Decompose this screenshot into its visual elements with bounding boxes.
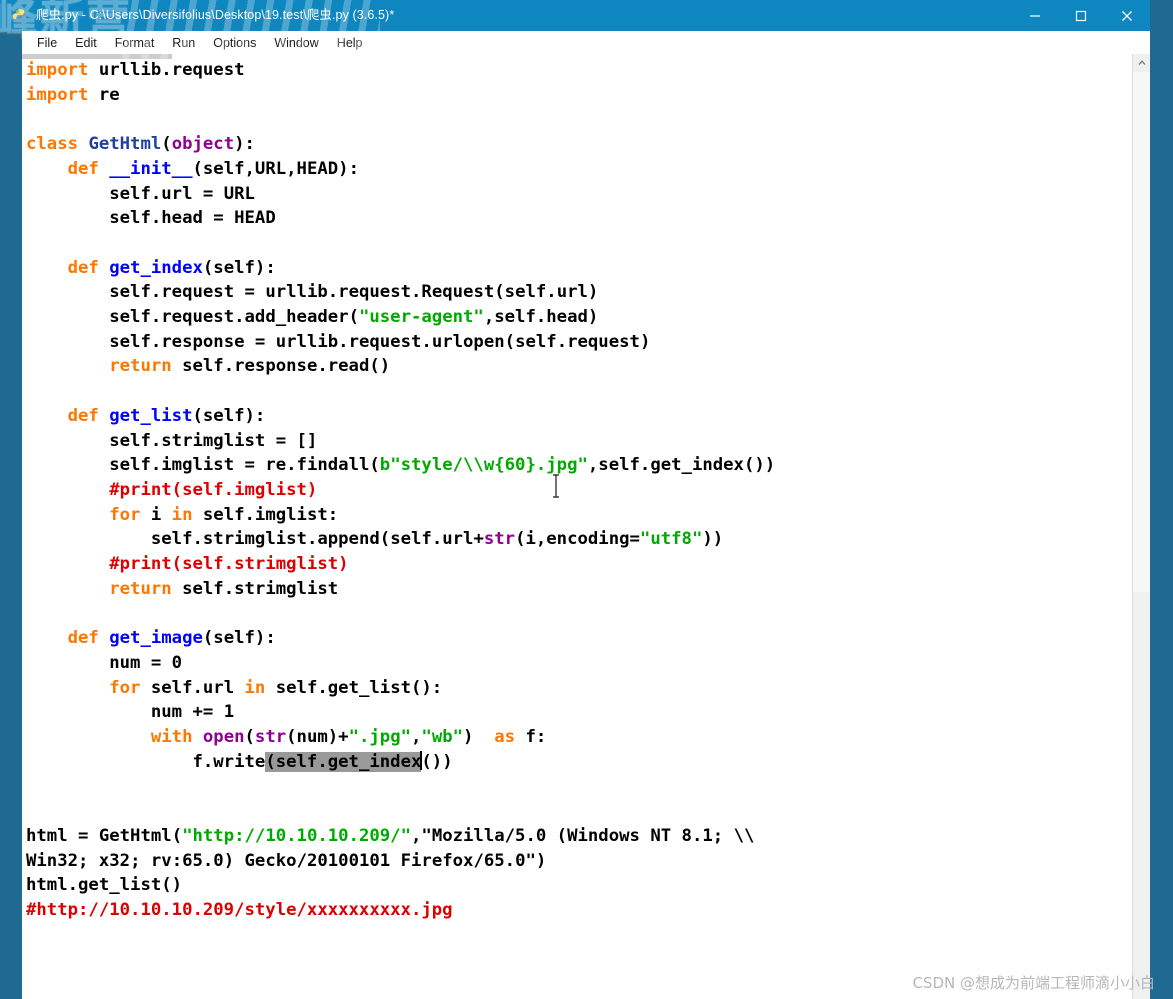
menu-item-window[interactable]: Window (265, 34, 327, 52)
menu-item-run[interactable]: Run (163, 34, 204, 52)
maximize-button[interactable] (1058, 0, 1104, 31)
menu-item-file[interactable]: File (28, 34, 66, 52)
menu-item-options[interactable]: Options (204, 34, 265, 52)
chevron-up-icon[interactable] (1133, 54, 1151, 72)
close-button[interactable] (1104, 0, 1150, 31)
menu-item-format[interactable]: Format (106, 34, 164, 52)
desktop-right-strip (1150, 0, 1173, 999)
python-idle-icon (12, 8, 28, 24)
editor-window: import urllib.request import re class Ge… (22, 54, 1151, 999)
menu-item-help[interactable]: Help (328, 34, 372, 52)
code-editor[interactable]: import urllib.request import re class Ge… (22, 54, 1132, 999)
window-titlebar: 爬虫.py - C:\Users\Diversifolius\Desktop\1… (0, 0, 1150, 31)
vertical-scrollbar[interactable] (1132, 54, 1151, 999)
desktop-left-strip (0, 31, 22, 999)
menu-item-edit[interactable]: Edit (66, 34, 106, 52)
minimize-button[interactable] (1012, 0, 1058, 31)
scrollbar-thumb[interactable] (1133, 72, 1151, 592)
window-controls (1012, 0, 1150, 31)
window-title: 爬虫.py - C:\Users\Diversifolius\Desktop\1… (36, 8, 395, 22)
source-code[interactable]: import urllib.request import re class Ge… (26, 58, 1132, 923)
menubar: File Edit Format Run Options Window Help (22, 31, 1150, 54)
desktop-background: 爬虫.py - C:\Users\Diversifolius\Desktop\1… (0, 0, 1173, 999)
horizontal-scroll-indicator[interactable] (22, 54, 172, 59)
